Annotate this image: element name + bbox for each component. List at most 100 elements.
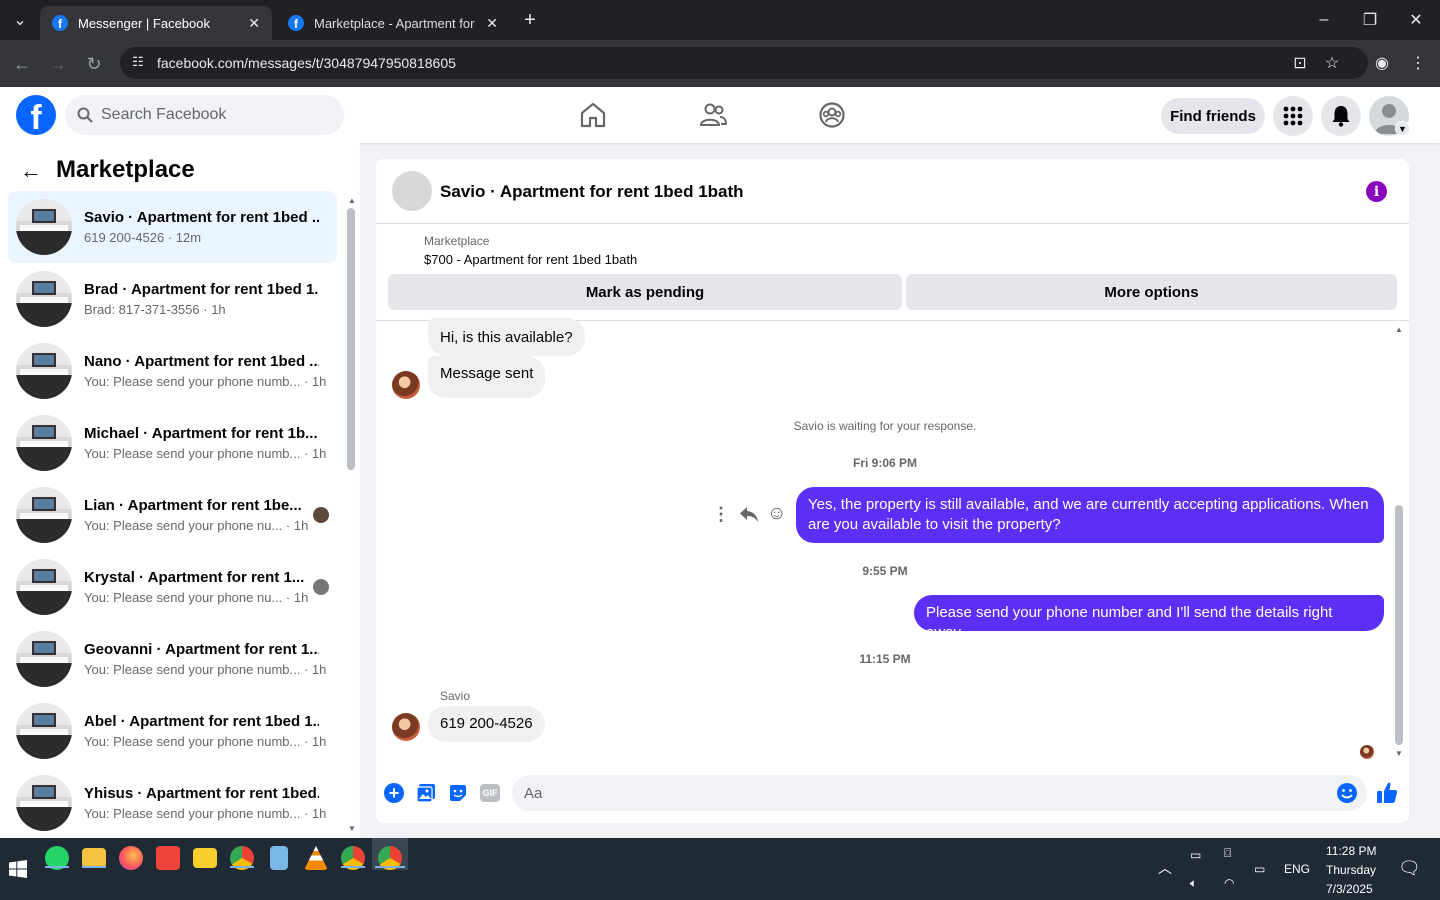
notifications-button[interactable] bbox=[1321, 96, 1361, 136]
message-input-placeholder: Aa bbox=[524, 784, 543, 802]
gif-icon[interactable]: GIF bbox=[480, 784, 500, 802]
conversation-preview: Brad: 817-371-3556 · 1h bbox=[84, 302, 226, 317]
sidebar-scrollbar[interactable] bbox=[347, 208, 355, 470]
meet-now-icon[interactable]: ⌼ bbox=[1224, 846, 1231, 861]
url-text: facebook.com/messages/t/3048794795081860… bbox=[157, 55, 456, 71]
facebook-logo[interactable]: f bbox=[16, 95, 56, 135]
clock-time[interactable]: 11:28 PM bbox=[1326, 844, 1376, 858]
conversation-name: Krystal · Apartment for rent 1... bbox=[84, 569, 305, 586]
scroll-up-arrow-icon[interactable]: ▲ bbox=[1395, 325, 1403, 334]
restore-button[interactable]: ❐ bbox=[1358, 8, 1382, 32]
chat-scrollbar[interactable] bbox=[1395, 505, 1403, 745]
tab-marketplace[interactable]: f Marketplace - Apartment for re ✕ bbox=[276, 6, 510, 40]
notification-center-icon[interactable]: 🗨︎ bbox=[1398, 858, 1421, 879]
tab-search-icon[interactable]: ⌄ bbox=[8, 8, 32, 32]
sender-avatar[interactable] bbox=[392, 371, 420, 399]
friends-icon[interactable] bbox=[698, 100, 728, 130]
battery-icon[interactable]: ▭ bbox=[1190, 848, 1201, 862]
menu-button[interactable] bbox=[1273, 96, 1313, 136]
incoming-message[interactable]: Hi, is this available? bbox=[428, 318, 585, 356]
read-receipt-avatar bbox=[313, 507, 329, 523]
conversation-item[interactable]: Krystal · Apartment for rent 1... You: Pl… bbox=[8, 551, 337, 623]
profile-icon[interactable]: ◉ bbox=[1370, 51, 1394, 75]
url-bar[interactable]: ☷ facebook.com/messages/t/30487947950818… bbox=[120, 47, 1368, 79]
search-icon bbox=[77, 107, 93, 123]
show-hidden-icons-chevron-icon[interactable]: ︿ bbox=[1158, 858, 1172, 878]
sticky-notes-icon[interactable] bbox=[193, 848, 217, 868]
conversation-name: Abel · Apartment for rent 1bed 1... bbox=[84, 713, 319, 730]
message-input[interactable]: Aa bbox=[512, 775, 1367, 811]
conversation-item[interactable]: Abel · Apartment for rent 1bed 1... You: … bbox=[8, 695, 337, 767]
incoming-message[interactable]: Message sent bbox=[428, 356, 546, 398]
site-settings-icon[interactable]: ☷ bbox=[132, 54, 144, 70]
groups-icon[interactable] bbox=[817, 100, 847, 130]
grid-menu-icon bbox=[1283, 106, 1303, 126]
tab-title: Marketplace - Apartment for re bbox=[314, 15, 477, 31]
listing-thumbnail bbox=[16, 559, 72, 615]
add-attachment-icon[interactable]: + bbox=[384, 783, 404, 803]
volume-icon[interactable]: 🔈︎ bbox=[1190, 876, 1197, 891]
windows-start-icon[interactable] bbox=[9, 860, 27, 878]
input-indicator-icon[interactable]: ▭ bbox=[1254, 862, 1265, 876]
sender-avatar[interactable] bbox=[392, 713, 420, 741]
sender-name: Savio bbox=[440, 689, 471, 703]
outgoing-message[interactable]: Yes, the property is still available, an… bbox=[796, 487, 1384, 543]
reload-button[interactable]: ↻ bbox=[82, 52, 106, 76]
emoji-icon[interactable] bbox=[1336, 782, 1358, 804]
scroll-down-arrow-icon[interactable]: ▼ bbox=[1395, 749, 1403, 758]
forward-button[interactable]: → bbox=[46, 52, 70, 76]
chrome-menu-icon[interactable]: ⋮ bbox=[1406, 51, 1430, 75]
bookmark-star-icon[interactable]: ☆ bbox=[1320, 51, 1344, 75]
firefox-icon[interactable] bbox=[119, 846, 143, 870]
scroll-up-arrow-icon[interactable]: ▲ bbox=[348, 196, 356, 205]
outgoing-message[interactable]: Please send your phone number and I'll s… bbox=[914, 595, 1384, 641]
clock-date[interactable]: 7/3/2025 bbox=[1326, 882, 1373, 896]
language-indicator[interactable]: ENG bbox=[1284, 862, 1310, 876]
sticker-icon[interactable] bbox=[448, 783, 468, 803]
more-options-button[interactable]: More options bbox=[906, 274, 1397, 310]
back-button[interactable]: ← bbox=[10, 52, 34, 76]
conversation-item[interactable]: Michael · Apartment for rent 1b... You: P… bbox=[8, 407, 337, 479]
mark-as-pending-button[interactable]: Mark as pending bbox=[388, 274, 902, 310]
scroll-down-arrow-icon[interactable]: ▼ bbox=[348, 824, 356, 833]
find-friends-button[interactable]: Find friends bbox=[1161, 98, 1265, 134]
conversation-item[interactable]: Brad · Apartment for rent 1bed 1... Brad:… bbox=[8, 263, 337, 335]
listing-label: Marketplace bbox=[424, 234, 490, 248]
file-explorer-icon[interactable] bbox=[82, 848, 106, 868]
clock-day[interactable]: Thursday bbox=[1326, 863, 1376, 877]
conversation-name: Yhisus · Apartment for rent 1bed... bbox=[84, 785, 319, 802]
more-actions-icon[interactable]: ⋮ bbox=[712, 504, 730, 525]
reply-icon[interactable] bbox=[739, 505, 759, 523]
listing-thumbnail bbox=[16, 415, 72, 471]
notepad-icon[interactable] bbox=[270, 846, 288, 870]
listing-title[interactable]: $700 - Apartment for rent 1bed 1bath bbox=[424, 252, 637, 267]
account-chevron-down-icon[interactable]: ▼ bbox=[1395, 121, 1410, 136]
search-input[interactable]: Search Facebook bbox=[65, 95, 344, 135]
wifi-icon[interactable]: ◠ bbox=[1224, 876, 1234, 890]
new-tab-button[interactable]: + bbox=[518, 8, 542, 32]
react-emoji-icon[interactable]: ☺ bbox=[767, 503, 786, 525]
chat-title[interactable]: Savio · Apartment for rent 1bed 1bath bbox=[440, 182, 744, 202]
conversation-name: Geovanni · Apartment for rent 1... bbox=[84, 641, 319, 658]
incoming-message[interactable]: 619 200-4526 bbox=[428, 706, 545, 742]
conversation-item[interactable]: Lian · Apartment for rent 1be... You: Ple… bbox=[8, 479, 337, 551]
conversation-item[interactable]: Nano · Apartment for rent 1bed ... You: P… bbox=[8, 335, 337, 407]
conversation-preview: You: Please send your phone numb... · 1h bbox=[84, 662, 327, 677]
chat-listing-thumbnail[interactable] bbox=[392, 171, 432, 211]
close-icon[interactable]: ✕ bbox=[486, 15, 498, 32]
conversation-item[interactable]: Yhisus · Apartment for rent 1bed... You: … bbox=[8, 767, 337, 839]
conversation-item[interactable]: Geovanni · Apartment for rent 1... You: P… bbox=[8, 623, 337, 695]
close-window-button[interactable]: ✕ bbox=[1404, 8, 1428, 32]
home-icon[interactable] bbox=[578, 100, 608, 130]
close-icon[interactable]: ✕ bbox=[248, 15, 260, 32]
install-app-icon[interactable]: ⊡ bbox=[1288, 51, 1312, 75]
photo-icon[interactable] bbox=[416, 783, 436, 803]
tab-messenger[interactable]: f Messenger | Facebook ✕ bbox=[40, 6, 272, 40]
info-icon[interactable]: i bbox=[1366, 181, 1387, 202]
minimize-button[interactable]: – bbox=[1312, 8, 1336, 32]
back-arrow-icon[interactable]: ← bbox=[20, 158, 42, 184]
active-indicator bbox=[341, 866, 365, 868]
like-thumbs-up-icon[interactable] bbox=[1376, 781, 1398, 805]
conversation-item[interactable]: Savio · Apartment for rent 1bed ... 619 2… bbox=[8, 191, 337, 263]
anydesk-icon[interactable] bbox=[156, 846, 180, 870]
